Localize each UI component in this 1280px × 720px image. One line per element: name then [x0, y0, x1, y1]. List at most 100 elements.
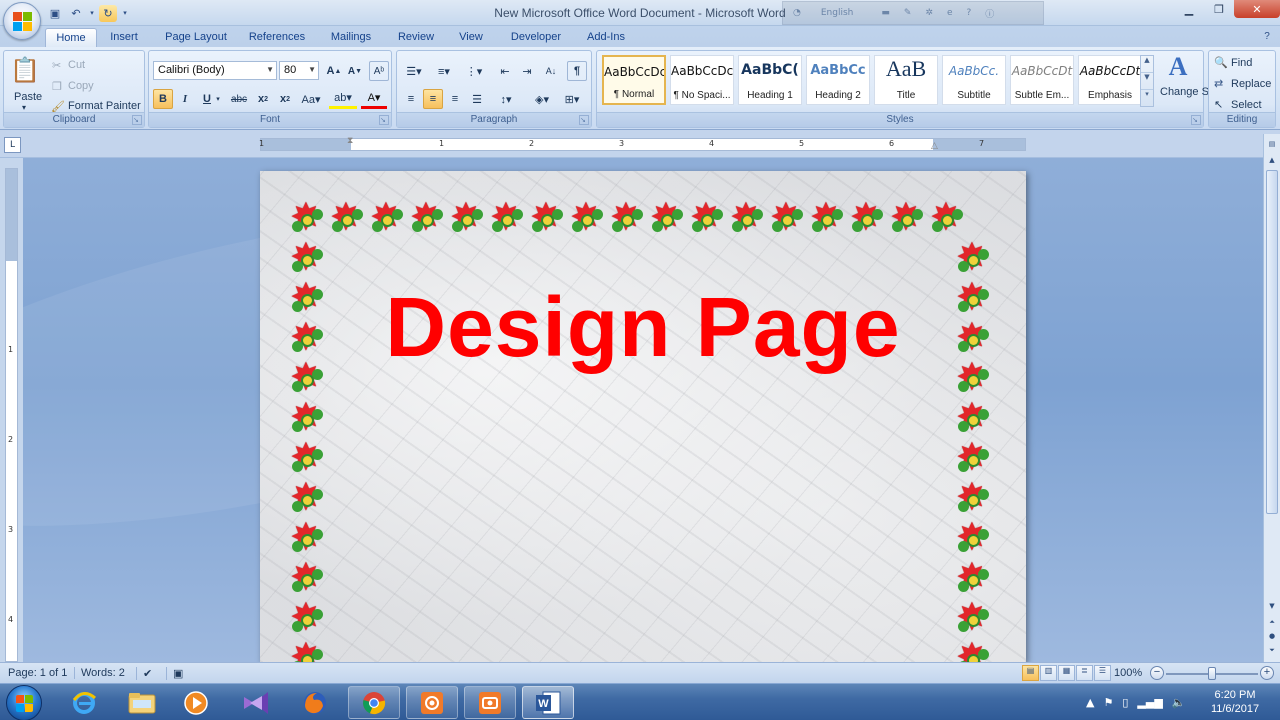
info-lang-icon[interactable]: ⓘ: [985, 7, 994, 20]
scroll-thumb[interactable]: [1266, 170, 1278, 514]
gallery-down-icon[interactable]: ▼: [1141, 73, 1153, 90]
bold-button[interactable]: B: [153, 89, 173, 109]
tab-selector-icon[interactable]: L: [4, 137, 21, 153]
style-emphasis[interactable]: AaBbCcDt Emphasis: [1078, 55, 1142, 105]
replace-button[interactable]: Replace: [1231, 78, 1271, 90]
file-explorer-icon[interactable]: [116, 686, 168, 719]
underline-dropdown-icon[interactable]: ▾: [213, 89, 223, 109]
full-screen-reading-icon[interactable]: ▥: [1040, 665, 1057, 681]
style-subtitle[interactable]: AaBbCc. Subtitle: [942, 55, 1006, 105]
firefox-icon[interactable]: [289, 686, 341, 719]
grow-font-icon[interactable]: A ▲: [324, 61, 344, 81]
font-color-icon[interactable]: A▾: [361, 89, 387, 109]
style-subtle-emphasis[interactable]: AaBbCcDt Subtle Em...: [1010, 55, 1074, 105]
pen-icon[interactable]: ✎: [904, 8, 912, 18]
paragraph-launcher-icon[interactable]: ↘: [579, 115, 589, 125]
align-center-icon[interactable]: ≡: [423, 89, 443, 109]
style-no-spacing[interactable]: AaBbCcDc ¶ No Spaci...: [670, 55, 734, 105]
clear-formatting-icon[interactable]: Aᵇ: [369, 61, 389, 81]
line-spacing-icon[interactable]: ↕▾: [493, 89, 519, 109]
zoom-slider-knob[interactable]: [1208, 667, 1216, 680]
font-family-combo[interactable]: Calibri (Body) ▼: [153, 61, 277, 80]
next-page-icon[interactable]: ⏷: [1266, 644, 1278, 656]
help-icon[interactable]: ?: [1258, 27, 1276, 45]
italic-button[interactable]: I: [175, 89, 195, 109]
align-right-icon[interactable]: ≡: [445, 89, 465, 109]
print-layout-icon[interactable]: ▤: [1022, 665, 1039, 681]
previous-page-icon[interactable]: ⏶: [1266, 616, 1278, 628]
bullets-icon[interactable]: ☰▾: [401, 61, 427, 81]
language-label[interactable]: English: [821, 8, 854, 18]
help-lang-icon[interactable]: ?: [967, 8, 972, 18]
ie-lang-icon[interactable]: e: [947, 8, 953, 18]
web-layout-icon[interactable]: ▦: [1058, 665, 1075, 681]
paste-icon[interactable]: 📋: [10, 55, 40, 85]
style-heading-2[interactable]: AaBbCc Heading 2: [806, 55, 870, 105]
close-button[interactable]: ✕: [1234, 0, 1280, 18]
show-formatting-icon[interactable]: ¶: [567, 61, 587, 81]
scroll-up-icon[interactable]: ▲: [1266, 154, 1278, 166]
tab-references[interactable]: References: [243, 28, 311, 47]
tab-mailings[interactable]: Mailings: [322, 28, 380, 47]
highlight-icon[interactable]: ab▾: [329, 89, 357, 109]
right-indent-marker-icon[interactable]: △: [931, 141, 938, 151]
keyboard-icon[interactable]: ▬: [881, 8, 890, 18]
tab-insert[interactable]: Insert: [100, 28, 148, 47]
superscript-button[interactable]: x2: [275, 89, 295, 109]
screen-recorder-icon[interactable]: [406, 686, 458, 719]
action-center-icon[interactable]: ⚑: [1103, 696, 1113, 709]
office-button[interactable]: [3, 2, 41, 40]
show-hidden-icons-icon[interactable]: ▲: [1086, 696, 1094, 709]
proofing-icon[interactable]: ✔: [136, 667, 152, 680]
volume-icon[interactable]: 🔈: [1172, 696, 1186, 709]
macro-record-icon[interactable]: ▣: [166, 667, 183, 680]
microsoft-word-icon[interactable]: W: [522, 686, 574, 719]
strikethrough-button[interactable]: abc: [229, 89, 249, 109]
ruler-toggle-icon[interactable]: ▤: [1266, 138, 1278, 150]
zoom-in-icon[interactable]: +: [1260, 666, 1274, 680]
media-player-icon[interactable]: [170, 686, 222, 719]
outline-icon[interactable]: ≣: [1076, 665, 1093, 681]
scroll-down-icon[interactable]: ▼: [1266, 600, 1278, 612]
settings-icon[interactable]: ✲: [925, 8, 933, 18]
style-normal[interactable]: AaBbCcDc ¶ Normal: [602, 55, 666, 105]
internet-explorer-icon[interactable]: [58, 686, 110, 719]
gallery-up-icon[interactable]: ▲: [1141, 56, 1153, 73]
borders-icon[interactable]: ⊞▾: [559, 89, 585, 109]
multilevel-list-icon[interactable]: ⋮▾: [461, 61, 487, 81]
style-heading-1[interactable]: AaBbC( Heading 1: [738, 55, 802, 105]
clock[interactable]: 6:20 PM 11/6/2017: [1200, 688, 1270, 716]
cut-button[interactable]: Cut: [68, 59, 85, 71]
clipboard-launcher-icon[interactable]: ↘: [132, 115, 142, 125]
paste-dropdown-icon[interactable]: ▾: [22, 103, 26, 112]
sort-icon[interactable]: A↓: [541, 61, 561, 81]
device-icon[interactable]: ▯: [1122, 696, 1128, 709]
decrease-indent-icon[interactable]: ⇤: [495, 61, 515, 81]
align-left-icon[interactable]: ≡: [401, 89, 421, 109]
vertical-ruler[interactable]: 1 2 3 4: [5, 168, 18, 662]
gallery-more-icon[interactable]: ▾: [1141, 90, 1153, 107]
tab-add-ins[interactable]: Add-Ins: [580, 28, 632, 47]
shrink-font-icon[interactable]: A ▼: [345, 61, 365, 81]
document-heading[interactable]: Design Page: [260, 279, 1026, 376]
format-painter-button[interactable]: Format Painter: [68, 100, 141, 112]
tab-review[interactable]: Review: [391, 28, 441, 47]
paste-button[interactable]: Paste: [14, 91, 42, 103]
visual-studio-icon[interactable]: [230, 686, 282, 719]
font-launcher-icon[interactable]: ↘: [379, 115, 389, 125]
vertical-scrollbar[interactable]: ▤ ▲ ▼ ⏶ ● ⏷: [1263, 134, 1280, 662]
change-case-button[interactable]: Aa▾: [299, 89, 323, 109]
browse-object-icon[interactable]: ●: [1266, 630, 1278, 642]
font-size-dropdown-icon[interactable]: ▼: [308, 65, 316, 74]
screenshot-tool-icon[interactable]: [464, 686, 516, 719]
font-family-dropdown-icon[interactable]: ▼: [266, 65, 274, 74]
find-button[interactable]: Find: [1231, 57, 1252, 69]
tab-developer[interactable]: Developer: [502, 28, 570, 47]
zoom-out-icon[interactable]: −: [1150, 666, 1164, 680]
copy-button[interactable]: Copy: [68, 80, 94, 92]
styles-launcher-icon[interactable]: ↘: [1191, 115, 1201, 125]
tab-view[interactable]: View: [452, 28, 490, 47]
numbering-icon[interactable]: ≡▾: [431, 61, 457, 81]
zoom-level[interactable]: 100%: [1114, 667, 1142, 679]
tab-home[interactable]: Home: [45, 28, 97, 47]
